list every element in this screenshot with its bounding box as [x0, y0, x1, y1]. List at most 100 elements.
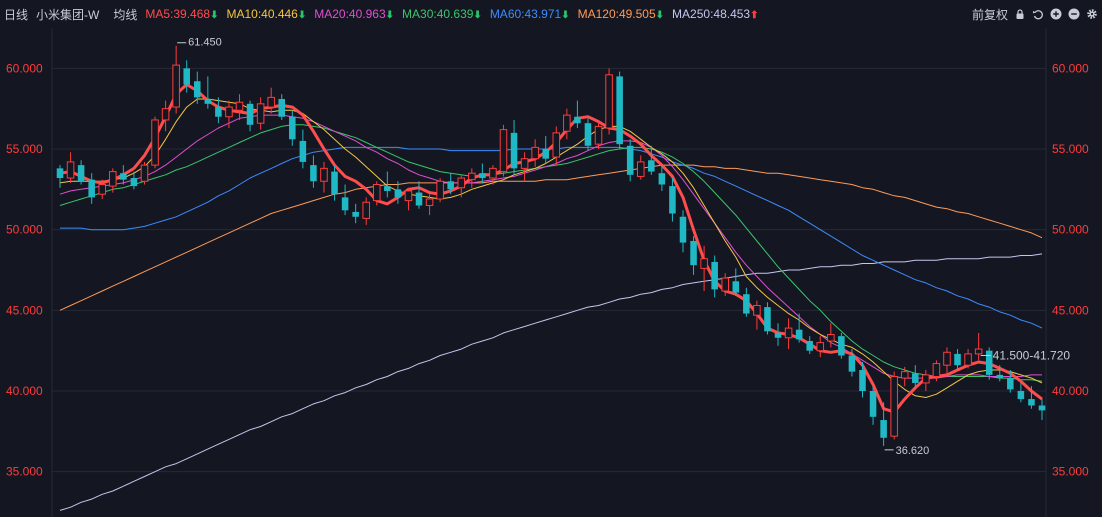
- ma-legend-label: MA120:49.505: [577, 7, 656, 21]
- y-tick-label-right: 60.000: [1052, 61, 1089, 75]
- candle-body: [943, 351, 951, 366]
- candle-body: [552, 132, 561, 158]
- candle-body: [499, 129, 508, 173]
- y-tick-label-right: 50.000: [1052, 223, 1089, 237]
- candle-body: [425, 198, 434, 206]
- candle-body: [859, 370, 866, 391]
- avg-label[interactable]: 均线: [113, 6, 137, 23]
- candle-body: [721, 277, 729, 292]
- arrow-down-icon: ⬇: [297, 10, 307, 21]
- candle-body: [542, 149, 549, 159]
- candle-body: [574, 116, 581, 124]
- candle-body: [616, 76, 623, 145]
- ma-legend-item: MA120:49.505⬇: [578, 7, 664, 21]
- candle-body: [900, 371, 909, 379]
- candle-body: [331, 171, 338, 195]
- candle-body: [468, 172, 476, 181]
- arrow-down-icon: ⬇: [655, 10, 665, 21]
- zoom-in-icon[interactable]: [1050, 8, 1062, 20]
- high-price-label: 61.450: [188, 37, 222, 49]
- y-tick-label-left: 55.000: [6, 142, 43, 156]
- candle-body: [341, 197, 349, 211]
- candle-body: [215, 107, 222, 117]
- candle-body: [457, 177, 466, 189]
- candle-body: [384, 186, 391, 191]
- candle-body: [996, 374, 1004, 379]
- candle-body: [225, 106, 233, 118]
- adjust-selector[interactable]: 前复权: [972, 6, 1008, 23]
- candle-body: [320, 167, 328, 182]
- candle-body: [890, 375, 898, 437]
- candle-body: [510, 132, 518, 169]
- y-tick-label-right: 40.000: [1052, 384, 1089, 398]
- ma-legend-label: MA60:43.971: [489, 7, 562, 21]
- ma-legend-item: MA30:40.639⬇: [402, 7, 482, 21]
- candle-body: [140, 164, 149, 182]
- ma-line-ma120: [59, 164, 1043, 311]
- settings-icon[interactable]: [1086, 8, 1098, 20]
- candle-body: [289, 116, 296, 140]
- candle-body: [436, 180, 444, 200]
- candle-body: [764, 307, 771, 332]
- candle-body: [732, 281, 740, 293]
- candle-body: [130, 178, 138, 187]
- ma-legend-item: MA5:39.468⬇: [145, 7, 218, 21]
- candle-body: [700, 258, 708, 269]
- candle-body: [447, 181, 454, 190]
- toolbar: 前复权: [972, 0, 1098, 28]
- candle-body: [954, 353, 961, 366]
- candle-body: [299, 140, 307, 162]
- y-tick-label-left: 50.000: [6, 223, 43, 237]
- candle-body: [932, 363, 941, 377]
- candle-body: [246, 103, 254, 125]
- candle-body: [774, 332, 782, 338]
- undo-icon[interactable]: [1032, 8, 1044, 20]
- candle-body: [352, 211, 359, 217]
- candle-body: [626, 145, 634, 175]
- candle-body: [109, 171, 117, 187]
- candle-body: [679, 216, 687, 243]
- period-selector[interactable]: 日线: [4, 6, 28, 23]
- candle-body: [848, 355, 856, 372]
- candle-body: [974, 348, 983, 355]
- candle-body: [172, 64, 180, 108]
- lock-icon[interactable]: [1014, 8, 1026, 20]
- y-tick-label-right: 35.000: [1052, 465, 1089, 479]
- candle-body: [605, 74, 613, 129]
- ma-line-ma20: [59, 114, 1042, 379]
- candle-body: [204, 98, 212, 104]
- candlestick-chart[interactable]: 35.000 35.000 40.000 40.000 45.000 45.000 50.0…: [0, 28, 1102, 517]
- arrow-down-icon: ⬇: [561, 10, 570, 21]
- candle-body: [912, 373, 919, 383]
- candle-body: [88, 179, 95, 198]
- candle-body: [690, 240, 697, 266]
- candle-body: [806, 340, 813, 351]
- candle-body: [404, 190, 413, 202]
- ma-legend-item: MA60:43.971⬇: [490, 7, 570, 21]
- candle-body: [594, 125, 603, 145]
- candle-body: [1028, 399, 1035, 406]
- range-price-label: 41.500-41.720: [993, 349, 1071, 363]
- header-left: 日线 小米集团-W 均线 MA5:39.468⬇ MA10:40.446⬇ MA20…: [0, 6, 767, 23]
- candle-body: [151, 119, 159, 166]
- y-tick-label-right: 45.000: [1052, 303, 1089, 317]
- candle-body: [658, 173, 666, 185]
- candle-body: [869, 391, 877, 417]
- candle-body: [743, 294, 750, 314]
- candle-body: [66, 161, 75, 179]
- candle-body: [753, 304, 761, 316]
- candle-body: [1007, 378, 1014, 390]
- arrow-down-icon: ⬇: [210, 10, 219, 21]
- ma-line-ma5: [59, 83, 1043, 414]
- arrow-down-icon: ⬇: [473, 10, 482, 21]
- candle-body: [235, 101, 244, 111]
- candle-body: [922, 374, 930, 384]
- candle-body: [816, 342, 825, 352]
- zoom-out-icon[interactable]: [1068, 8, 1080, 20]
- candle-body: [98, 183, 107, 195]
- candle-body: [838, 336, 845, 356]
- ma-legend-label: MA30:40.639: [402, 7, 474, 21]
- ma-legend-item: MA20:40.963⬇: [314, 7, 394, 21]
- ma-legend-label: MA250:48.453: [672, 7, 751, 21]
- chart-area[interactable]: 35.000 35.000 40.000 40.000 45.000 45.000 50.0…: [0, 28, 1102, 517]
